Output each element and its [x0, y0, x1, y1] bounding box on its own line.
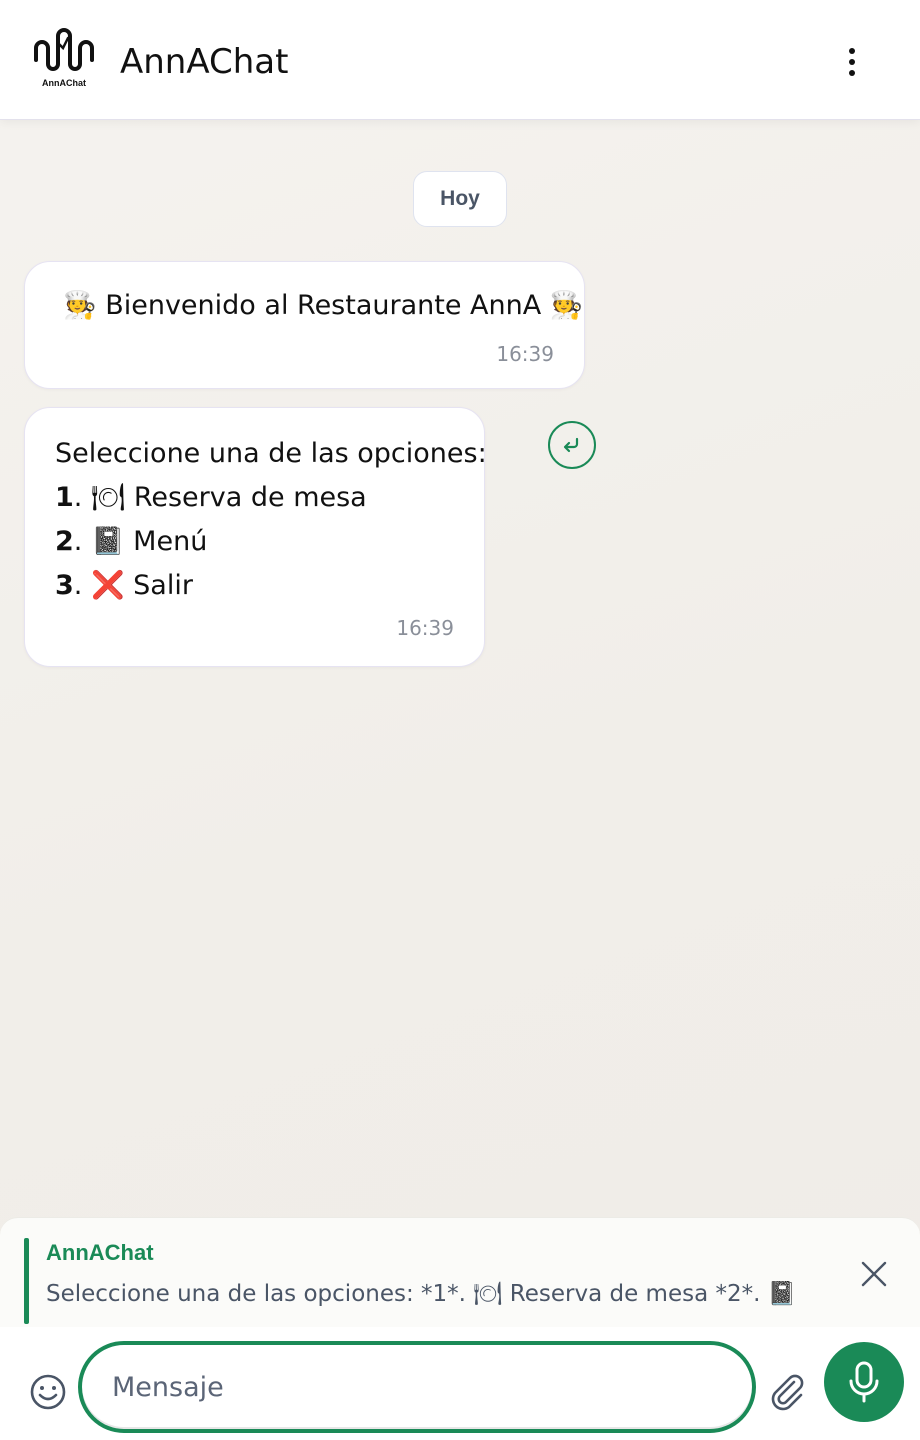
message-intro: Seleccione una de las opciones: — [55, 438, 487, 469]
message-bubble-options[interactable]: Seleccione una de las opciones: 1. 🍽 Res… — [24, 407, 487, 667]
close-icon — [861, 1261, 887, 1287]
app-title: AnnAChat — [120, 42, 289, 82]
close-reply-button[interactable] — [854, 1254, 894, 1294]
option-text: 📓 Menú — [90, 526, 208, 557]
attach-button[interactable] — [764, 1368, 808, 1412]
logo-text: AnnAChat — [42, 78, 86, 88]
option-number: 1 — [55, 482, 74, 513]
annachat-logo: AnnAChat — [32, 26, 96, 90]
option-number: 2 — [55, 526, 74, 557]
message-time: 16:39 — [396, 616, 454, 640]
smiley-icon — [30, 1374, 66, 1410]
message-bubble-welcome[interactable]: 🧑‍🍳 Bienvenido al Restaurante AnnA 🧑‍🍳 1… — [24, 261, 585, 389]
reply-preview: AnnAChat Seleccione una de las opciones:… — [0, 1217, 920, 1327]
option-item-3: 3. ❌ Salir — [55, 570, 193, 601]
reply-author: AnnAChat — [46, 1240, 154, 1265]
option-text: ❌ Salir — [90, 570, 193, 601]
reply-button[interactable] — [548, 421, 596, 469]
option-number: 3 — [55, 570, 74, 601]
microphone-icon — [849, 1361, 879, 1403]
reply-icon — [563, 437, 579, 453]
more-vertical-icon — [849, 48, 855, 54]
reply-text: Seleccione una de las opciones: *1*. 🍽 R… — [46, 1281, 806, 1307]
option-text: 🍽 Reserva de mesa — [90, 482, 367, 513]
option-item-1: 1. 🍽 Reserva de mesa — [55, 482, 367, 513]
message-time: 16:39 — [496, 342, 554, 366]
chat-header: AnnAChat AnnAChat — [0, 0, 920, 120]
date-separator: Hoy — [413, 171, 507, 227]
emoji-button[interactable] — [28, 1372, 68, 1412]
option-item-2: 2. 📓 Menú — [55, 526, 208, 557]
more-options-button[interactable] — [830, 40, 874, 84]
voice-record-button[interactable] — [824, 1342, 904, 1422]
reply-accent-bar — [24, 1238, 29, 1324]
message-text: 🧑‍🍳 Bienvenido al Restaurante AnnA 🧑‍🍳 — [63, 290, 584, 321]
message-input[interactable] — [112, 1363, 712, 1411]
logo-icon — [34, 28, 94, 71]
paperclip-icon — [771, 1374, 804, 1411]
message-input-wrapper — [78, 1341, 756, 1433]
